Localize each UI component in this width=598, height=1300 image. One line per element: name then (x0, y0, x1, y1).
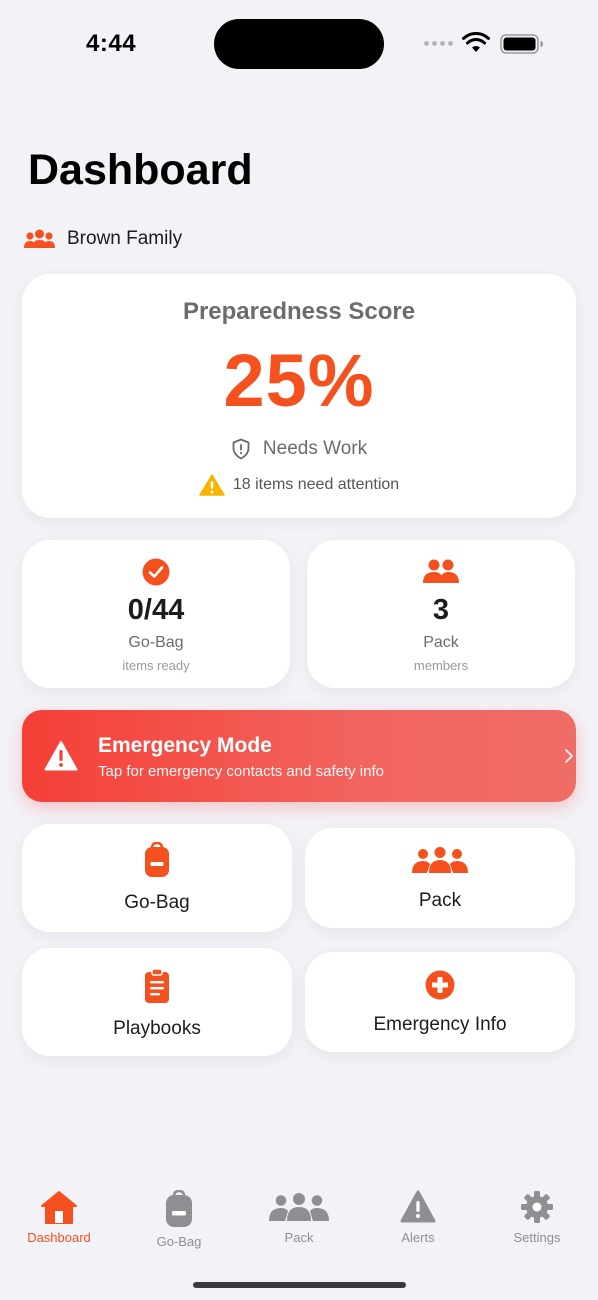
tab-label: Pack (284, 1230, 314, 1245)
checkmark-circle-icon (142, 558, 170, 586)
shield-icon (232, 438, 250, 460)
backpack-icon (166, 1190, 192, 1227)
status-bar: 4:44 (0, 0, 598, 90)
people-icon (423, 559, 459, 583)
stat-label: Pack (423, 634, 459, 651)
stat-label: Go-Bag (128, 634, 184, 651)
home-indicator (193, 1282, 406, 1288)
tab-alerts[interactable]: Alerts (363, 1190, 473, 1245)
score-value: 25% (223, 339, 375, 422)
wifi-icon (462, 32, 490, 52)
chevron-right-icon (565, 749, 573, 763)
tab-go-bag[interactable]: Go-Bag (124, 1190, 234, 1249)
warning-icon (400, 1190, 436, 1223)
tab-label: Go-Bag (156, 1234, 202, 1249)
stat-sublabel: items ready (122, 658, 190, 673)
tab-label: Alerts (401, 1230, 435, 1245)
stat-value: 3 (432, 594, 450, 626)
emergency-title: Emergency Mode (98, 734, 272, 757)
family-selector[interactable]: Brown Family (24, 228, 182, 250)
action-label: Pack (418, 890, 462, 911)
house-icon (41, 1191, 77, 1224)
preparedness-score-card[interactable]: Preparedness Score 25% Needs Work 18 ite… (22, 274, 576, 518)
group-icon (412, 847, 468, 873)
tab-label: Dashboard (27, 1230, 91, 1245)
medical-cross-icon (425, 970, 455, 1000)
stat-sublabel: members (413, 658, 469, 673)
attention-text: 18 items need attention (232, 476, 400, 493)
gear-icon (521, 1191, 553, 1223)
pack-action-card[interactable]: Pack (305, 828, 575, 928)
group-icon (269, 1193, 329, 1221)
tab-label: Settings (513, 1230, 561, 1245)
pack-stat-card[interactable]: 3 Pack members (307, 540, 575, 688)
emergency-mode-button[interactable]: Emergency Mode Tap for emergency contact… (22, 710, 576, 802)
emergency-info-action-card[interactable]: Emergency Info (305, 952, 575, 1052)
battery-icon (500, 34, 543, 54)
cellular-signal-icon (424, 41, 453, 46)
action-label: Emergency Info (373, 1014, 507, 1035)
playbooks-action-card[interactable]: Playbooks (22, 948, 292, 1056)
action-label: Go-Bag (124, 892, 190, 913)
backpack-icon (145, 842, 169, 877)
action-label: Playbooks (113, 1018, 201, 1039)
tab-pack[interactable]: Pack (244, 1190, 354, 1245)
attention-summary: 18 items need attention (22, 474, 576, 496)
score-title: Preparedness Score (182, 298, 416, 325)
go-bag-action-card[interactable]: Go-Bag (22, 824, 292, 932)
tab-settings[interactable]: Settings (482, 1190, 592, 1245)
people-icon (24, 229, 55, 248)
page-title: Dashboard (28, 146, 253, 194)
status-time: 4:44 (86, 30, 137, 57)
go-bag-stat-card[interactable]: 0/44 Go-Bag items ready (22, 540, 290, 688)
warning-icon (44, 741, 78, 771)
stat-value: 0/44 (127, 594, 185, 626)
score-status: Needs Work (22, 438, 576, 460)
family-name: Brown Family (67, 228, 183, 249)
score-status-text: Needs Work (262, 438, 368, 459)
emergency-subtitle: Tap for emergency contacts and safety in… (98, 763, 384, 780)
warning-icon (199, 474, 225, 496)
clipboard-icon (145, 968, 169, 1003)
tab-dashboard[interactable]: Dashboard (4, 1190, 114, 1245)
dynamic-island (214, 19, 384, 69)
